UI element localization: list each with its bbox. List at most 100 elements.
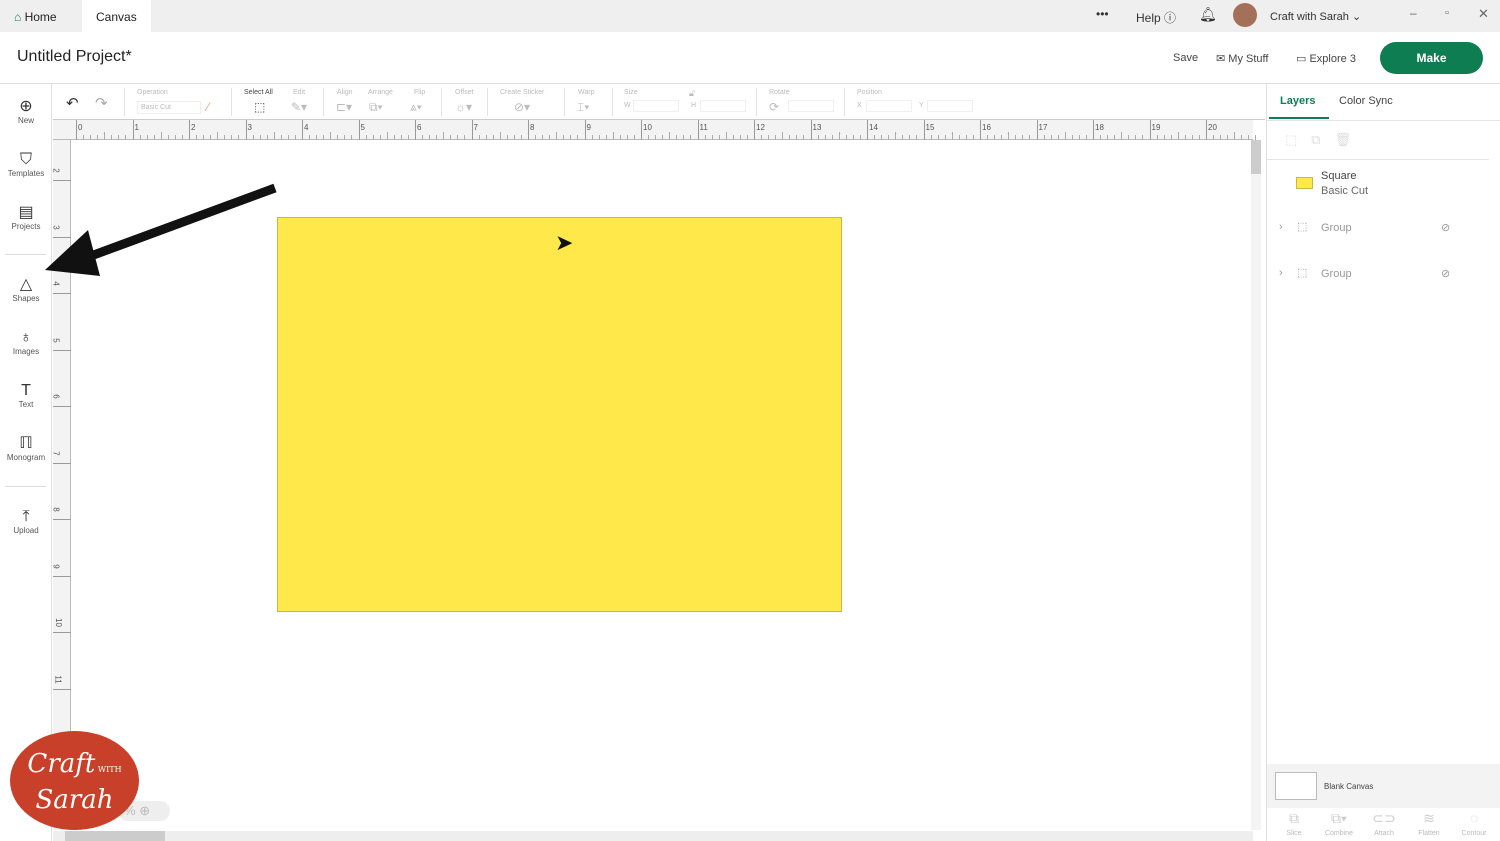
square-shape[interactable] bbox=[277, 217, 842, 612]
width-input[interactable] bbox=[633, 100, 679, 112]
layer-item-group[interactable]: › ⬚ Group ⊘ bbox=[1267, 264, 1489, 286]
ruler-minor-tick bbox=[457, 135, 459, 140]
make-button[interactable]: Make bbox=[1380, 42, 1483, 74]
ruler-minor-tick bbox=[874, 135, 876, 140]
tab-canvas[interactable]: Canvas bbox=[82, 0, 151, 32]
hidden-eye-icon[interactable]: ⊘ bbox=[1441, 267, 1450, 280]
divider bbox=[323, 88, 324, 116]
minimize-button[interactable]: – bbox=[1410, 6, 1417, 20]
horizontal-scrollbar[interactable] bbox=[53, 831, 1253, 841]
hidden-eye-icon[interactable]: ⊘ bbox=[1441, 221, 1450, 234]
operation-select[interactable]: Basic Cut bbox=[137, 101, 201, 114]
ruler-minor-tick bbox=[1191, 135, 1193, 140]
ruler-minor-tick bbox=[287, 135, 289, 140]
sidebar-item-images[interactable]: ♁ Images bbox=[0, 329, 52, 356]
contour-icon[interactable]: ◌ bbox=[1452, 810, 1496, 826]
ruler-tick bbox=[53, 406, 71, 407]
my-stuff-button[interactable]: ✉ My Stuff bbox=[1216, 52, 1268, 65]
height-label: H bbox=[691, 102, 697, 109]
chevron-right-icon[interactable]: › bbox=[1279, 221, 1283, 233]
sidebar-item-text[interactable]: T Text bbox=[0, 382, 52, 409]
tab-color-sync[interactable]: Color Sync bbox=[1339, 95, 1393, 107]
y-input[interactable] bbox=[927, 100, 973, 112]
lock-icon[interactable]: 🔓︎ bbox=[689, 88, 695, 99]
vertical-scrollbar[interactable] bbox=[1251, 140, 1261, 830]
my-stuff-label: My Stuff bbox=[1228, 53, 1269, 65]
attach-icon[interactable]: ⊂⊃ bbox=[1362, 810, 1406, 827]
rotate-input[interactable] bbox=[788, 100, 834, 112]
ruler-label: 17 bbox=[1038, 123, 1048, 132]
ruler-minor-tick bbox=[845, 135, 847, 140]
lightbulb-icon: ♁ bbox=[20, 329, 32, 346]
slice-icon[interactable]: ⧉ bbox=[1272, 810, 1316, 827]
sidebar-item-shapes[interactable]: △ Shapes bbox=[0, 276, 52, 303]
layer-item-group[interactable]: › ⬚ Group ⊘ bbox=[1267, 218, 1489, 240]
offset-icon[interactable]: ☼▾ bbox=[455, 100, 472, 114]
help-button[interactable]: Help ⓘ bbox=[1136, 9, 1176, 26]
help-label: Help bbox=[1136, 11, 1161, 25]
toolbar: ↶ ↷ Operation Basic Cut ⁄ Select All ⬚ E… bbox=[53, 84, 1265, 120]
sidebar-item-monogram[interactable]: ℿ Monogram bbox=[0, 435, 52, 462]
ruler-minor-tick bbox=[655, 135, 657, 140]
ruler-minor-tick bbox=[662, 135, 664, 140]
slice-button[interactable]: Slice bbox=[1272, 830, 1316, 837]
warp-icon[interactable]: ⌶▾ bbox=[577, 100, 589, 115]
attach-button[interactable]: Attach bbox=[1362, 830, 1406, 837]
pencil-icon[interactable]: ✎▾ bbox=[291, 100, 307, 114]
user-menu[interactable]: Craft with Sarah ⌄ bbox=[1270, 10, 1361, 23]
layer-actions[interactable]: ⬚⧉🗑︎ bbox=[1285, 132, 1365, 148]
sidebar-item-new[interactable]: ⊕ New bbox=[0, 98, 52, 125]
more-button[interactable]: ••• bbox=[1096, 7, 1109, 21]
flatten-button[interactable]: Flatten bbox=[1407, 830, 1451, 837]
combine-icon[interactable]: ⧉▾ bbox=[1317, 810, 1361, 827]
ruler-tick bbox=[697, 120, 699, 140]
warp-label: Warp bbox=[578, 89, 595, 96]
flip-icon[interactable]: ⩓▾ bbox=[410, 100, 422, 115]
ruler-minor-tick bbox=[492, 135, 494, 140]
undo-button[interactable]: ↶ bbox=[66, 94, 79, 112]
canvas-thumbnail bbox=[1275, 772, 1317, 800]
ruler-minor-tick bbox=[1248, 135, 1250, 140]
ruler-tick bbox=[302, 120, 303, 140]
blank-canvas-row[interactable]: Blank Canvas bbox=[1267, 764, 1500, 808]
sidebar-item-upload[interactable]: ⤒ Upload bbox=[0, 508, 52, 535]
ruler-minor-tick bbox=[1234, 132, 1236, 140]
machine-select[interactable]: ▭ Explore 3 bbox=[1296, 52, 1356, 65]
ruler-minor-tick bbox=[789, 135, 791, 140]
ruler-label: 19 bbox=[1151, 123, 1161, 132]
combine-button[interactable]: Combine bbox=[1317, 830, 1361, 837]
contour-button[interactable]: Contour bbox=[1452, 830, 1496, 837]
x-input[interactable] bbox=[866, 100, 912, 112]
select-all-icon[interactable]: ⬚ bbox=[254, 100, 265, 114]
chevron-right-icon[interactable]: › bbox=[1279, 267, 1283, 279]
ruler-label: 8 bbox=[51, 507, 61, 512]
flatten-icon[interactable]: ≋ bbox=[1407, 810, 1451, 827]
ruler-minor-tick bbox=[930, 135, 932, 140]
align-icon[interactable]: ⊏▾ bbox=[336, 100, 352, 114]
ruler-minor-tick bbox=[1170, 135, 1172, 140]
ruler-minor-tick bbox=[746, 135, 748, 140]
ruler-minor-tick bbox=[224, 135, 226, 140]
bell-icon[interactable]: 🔔︎ bbox=[1199, 6, 1217, 23]
ruler-top: 0 1 2 3 4 5 6 7 8 9 10 11 12 13 14 15 16 17 18 19 20 bbox=[53, 120, 1257, 140]
pen-color-icon[interactable]: ⁄ bbox=[207, 100, 209, 114]
sidebar-item-templates[interactable]: ⛉ Templates bbox=[0, 151, 52, 178]
avatar[interactable] bbox=[1233, 3, 1257, 27]
height-input[interactable] bbox=[700, 100, 746, 112]
redo-button[interactable]: ↷ bbox=[95, 94, 108, 112]
ruler-minor-tick bbox=[252, 135, 254, 140]
close-button[interactable]: ✕ bbox=[1478, 6, 1489, 22]
save-button[interactable]: Save bbox=[1173, 52, 1198, 64]
ruler-minor-tick bbox=[1001, 135, 1003, 140]
layer-item-square[interactable]: Square Basic Cut bbox=[1267, 164, 1489, 202]
zoom-in-icon[interactable]: ⊕ bbox=[139, 803, 150, 818]
arrange-icon[interactable]: ⧉▾ bbox=[369, 100, 383, 115]
ruler-tick bbox=[923, 120, 925, 140]
tab-layers[interactable]: Layers bbox=[1280, 95, 1315, 107]
sticker-icon[interactable]: ⊘▾ bbox=[514, 100, 530, 114]
tab-home[interactable]: ⌂ Home bbox=[0, 0, 71, 32]
ruler-minor-tick bbox=[203, 135, 205, 140]
ruler-label: 14 bbox=[869, 123, 878, 132]
maximize-button[interactable]: ▫ bbox=[1445, 7, 1449, 19]
ruler-minor-tick bbox=[1241, 135, 1243, 140]
